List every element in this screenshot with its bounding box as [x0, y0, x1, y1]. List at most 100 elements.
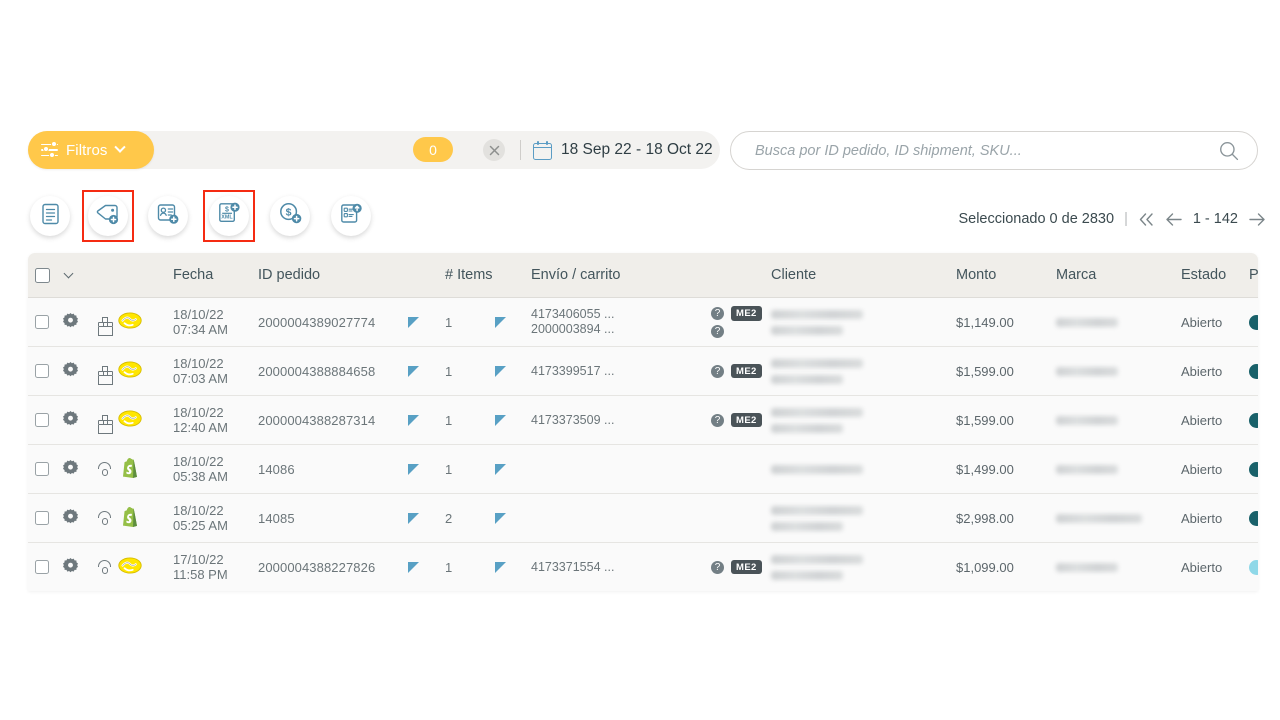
column-header-progreso[interactable]: Progreso [1249, 267, 1258, 283]
shipment-detail-marker-icon[interactable] [495, 464, 506, 475]
toolbar-tag-add-button[interactable] [88, 196, 128, 236]
order-detail-marker-icon[interactable] [408, 562, 419, 573]
shipment-detail-marker-icon[interactable] [495, 415, 506, 426]
column-header-monto[interactable]: Monto [956, 267, 1056, 283]
table-row[interactable]: 18/10/2205:38 AM 14086 1 $1,499.00 Abier… [28, 444, 1258, 493]
row-shipment-1[interactable]: 4173371554 ... [531, 560, 711, 575]
clear-filters-button[interactable] [483, 139, 505, 161]
toolbar-checklist-upload-button[interactable] [331, 196, 371, 236]
row-order-id[interactable]: 14086 [258, 462, 295, 477]
table-row[interactable]: 18/10/2207:03 AM 2000004388884658 1 4173… [28, 346, 1258, 395]
toolbar-money-add-button[interactable]: $ [270, 196, 310, 236]
row-brand-redacted [1056, 318, 1118, 327]
row-order-id[interactable]: 14085 [258, 511, 295, 526]
order-detail-marker-icon[interactable] [408, 415, 419, 426]
pagination-separator: | [1124, 211, 1128, 227]
column-header-envio[interactable]: Envío / carrito [531, 267, 711, 283]
row-checkbox[interactable] [35, 315, 49, 329]
shipment-detail-marker-icon[interactable] [495, 366, 506, 377]
me2-badge[interactable]: ME2 [731, 364, 762, 379]
gear-icon[interactable] [63, 411, 78, 429]
gear-icon[interactable] [63, 362, 78, 380]
svg-text:$: $ [225, 207, 229, 214]
progress-dot [1249, 315, 1258, 330]
tag-add-icon [96, 203, 120, 230]
column-header-cliente[interactable]: Cliente [771, 267, 911, 283]
gear-icon[interactable] [63, 558, 78, 576]
gear-icon[interactable] [63, 313, 78, 331]
column-header-marca[interactable]: Marca [1056, 267, 1181, 283]
order-detail-marker-icon[interactable] [408, 317, 419, 328]
column-header-id-pedido[interactable]: ID pedido [258, 267, 408, 283]
filters-label: Filtros [66, 142, 108, 159]
row-date: 18/10/22 [173, 454, 258, 469]
column-header-items[interactable]: # Items [445, 267, 495, 283]
row-order-id[interactable]: 2000004388227826 [258, 560, 375, 575]
shipment-detail-marker-icon[interactable] [495, 562, 506, 573]
toolbar-id-card-add-button[interactable] [148, 196, 188, 236]
date-range-picker[interactable]: 18 Sep 22 - 18 Oct 22 [533, 131, 713, 169]
select-all-checkbox[interactable] [35, 268, 50, 283]
table-row[interactable]: 18/10/2205:25 AM 14085 2 $2,998.00 Abier… [28, 493, 1258, 542]
client-name-redacted [771, 375, 843, 384]
row-order-id[interactable]: 2000004388287314 [258, 413, 375, 428]
page-range-label: 1 - 142 [1193, 211, 1238, 227]
gear-icon[interactable] [63, 460, 78, 478]
row-checkbox[interactable] [35, 511, 49, 525]
order-detail-marker-icon[interactable] [408, 464, 419, 475]
filters-button[interactable]: Filtros [28, 131, 154, 169]
row-checkbox[interactable] [35, 413, 49, 427]
row-shipment-1[interactable]: 4173399517 ... [531, 364, 711, 379]
help-icon[interactable]: ? [711, 307, 724, 320]
invoice-xml-add-icon: $XML [218, 202, 240, 230]
row-shipment-2[interactable]: 2000003894 ... [531, 322, 711, 337]
help-icon[interactable]: ? [711, 365, 724, 378]
row-order-id[interactable]: 2000004389027774 [258, 315, 375, 330]
order-detail-marker-icon[interactable] [408, 513, 419, 524]
client-name-redacted [771, 506, 863, 515]
row-status: Abierto [1181, 511, 1222, 526]
column-header-fecha[interactable]: Fecha [173, 267, 258, 283]
gear-icon[interactable] [63, 509, 78, 527]
row-status: Abierto [1181, 560, 1222, 575]
toolbar-invoice-xml-add-button[interactable]: $XML [209, 196, 249, 236]
money-add-icon: $ [279, 202, 302, 230]
row-checkbox[interactable] [35, 462, 49, 476]
next-page-button[interactable] [1248, 212, 1266, 227]
search-icon[interactable] [1219, 141, 1239, 161]
client-name-redacted [771, 408, 863, 417]
me2-badge[interactable]: ME2 [731, 306, 762, 321]
progress-dot [1249, 560, 1258, 575]
filter-count-badge[interactable]: 0 [413, 137, 453, 162]
client-name-redacted [771, 310, 863, 319]
table-row[interactable]: 18/10/2212:40 AM 2000004388287314 1 4173… [28, 395, 1258, 444]
orders-table: Fecha ID pedido # Items Envío / carrito … [28, 253, 1258, 591]
me2-badge[interactable]: ME2 [731, 560, 762, 575]
order-detail-marker-icon[interactable] [408, 366, 419, 377]
table-row[interactable]: 18/10/2207:34 AM 2000004389027774 1 4173… [28, 297, 1258, 346]
chevron-down-icon[interactable] [64, 268, 74, 278]
me2-badge[interactable]: ME2 [731, 413, 762, 428]
date-range-label: 18 Sep 22 - 18 Oct 22 [561, 141, 713, 159]
shipment-detail-marker-icon[interactable] [495, 513, 506, 524]
search-box[interactable] [730, 131, 1258, 170]
shipment-detail-marker-icon[interactable] [495, 317, 506, 328]
help-icon[interactable]: ? [711, 325, 724, 338]
previous-page-button[interactable] [1165, 212, 1183, 227]
help-icon[interactable]: ? [711, 414, 724, 427]
row-checkbox[interactable] [35, 364, 49, 378]
row-shipment-1[interactable]: 4173373509 ... [531, 413, 711, 428]
row-shipment-1[interactable]: 4173406055 ... [531, 307, 711, 322]
row-checkbox[interactable] [35, 560, 49, 574]
selection-count-label: Seleccionado 0 de 2830 [958, 211, 1114, 227]
row-order-id[interactable]: 2000004388884658 [258, 364, 375, 379]
row-date: 18/10/22 [173, 356, 258, 371]
column-header-estado[interactable]: Estado [1181, 267, 1249, 283]
row-amount: $1,599.00 [956, 364, 1014, 379]
first-page-button[interactable] [1138, 212, 1155, 227]
search-input[interactable] [753, 142, 1219, 160]
table-row[interactable]: 17/10/2211:58 PM 2000004388227826 1 4173… [28, 542, 1258, 591]
toolbar-document-list-button[interactable] [30, 196, 70, 236]
help-icon[interactable]: ? [711, 561, 724, 574]
calendar-icon [533, 141, 552, 160]
